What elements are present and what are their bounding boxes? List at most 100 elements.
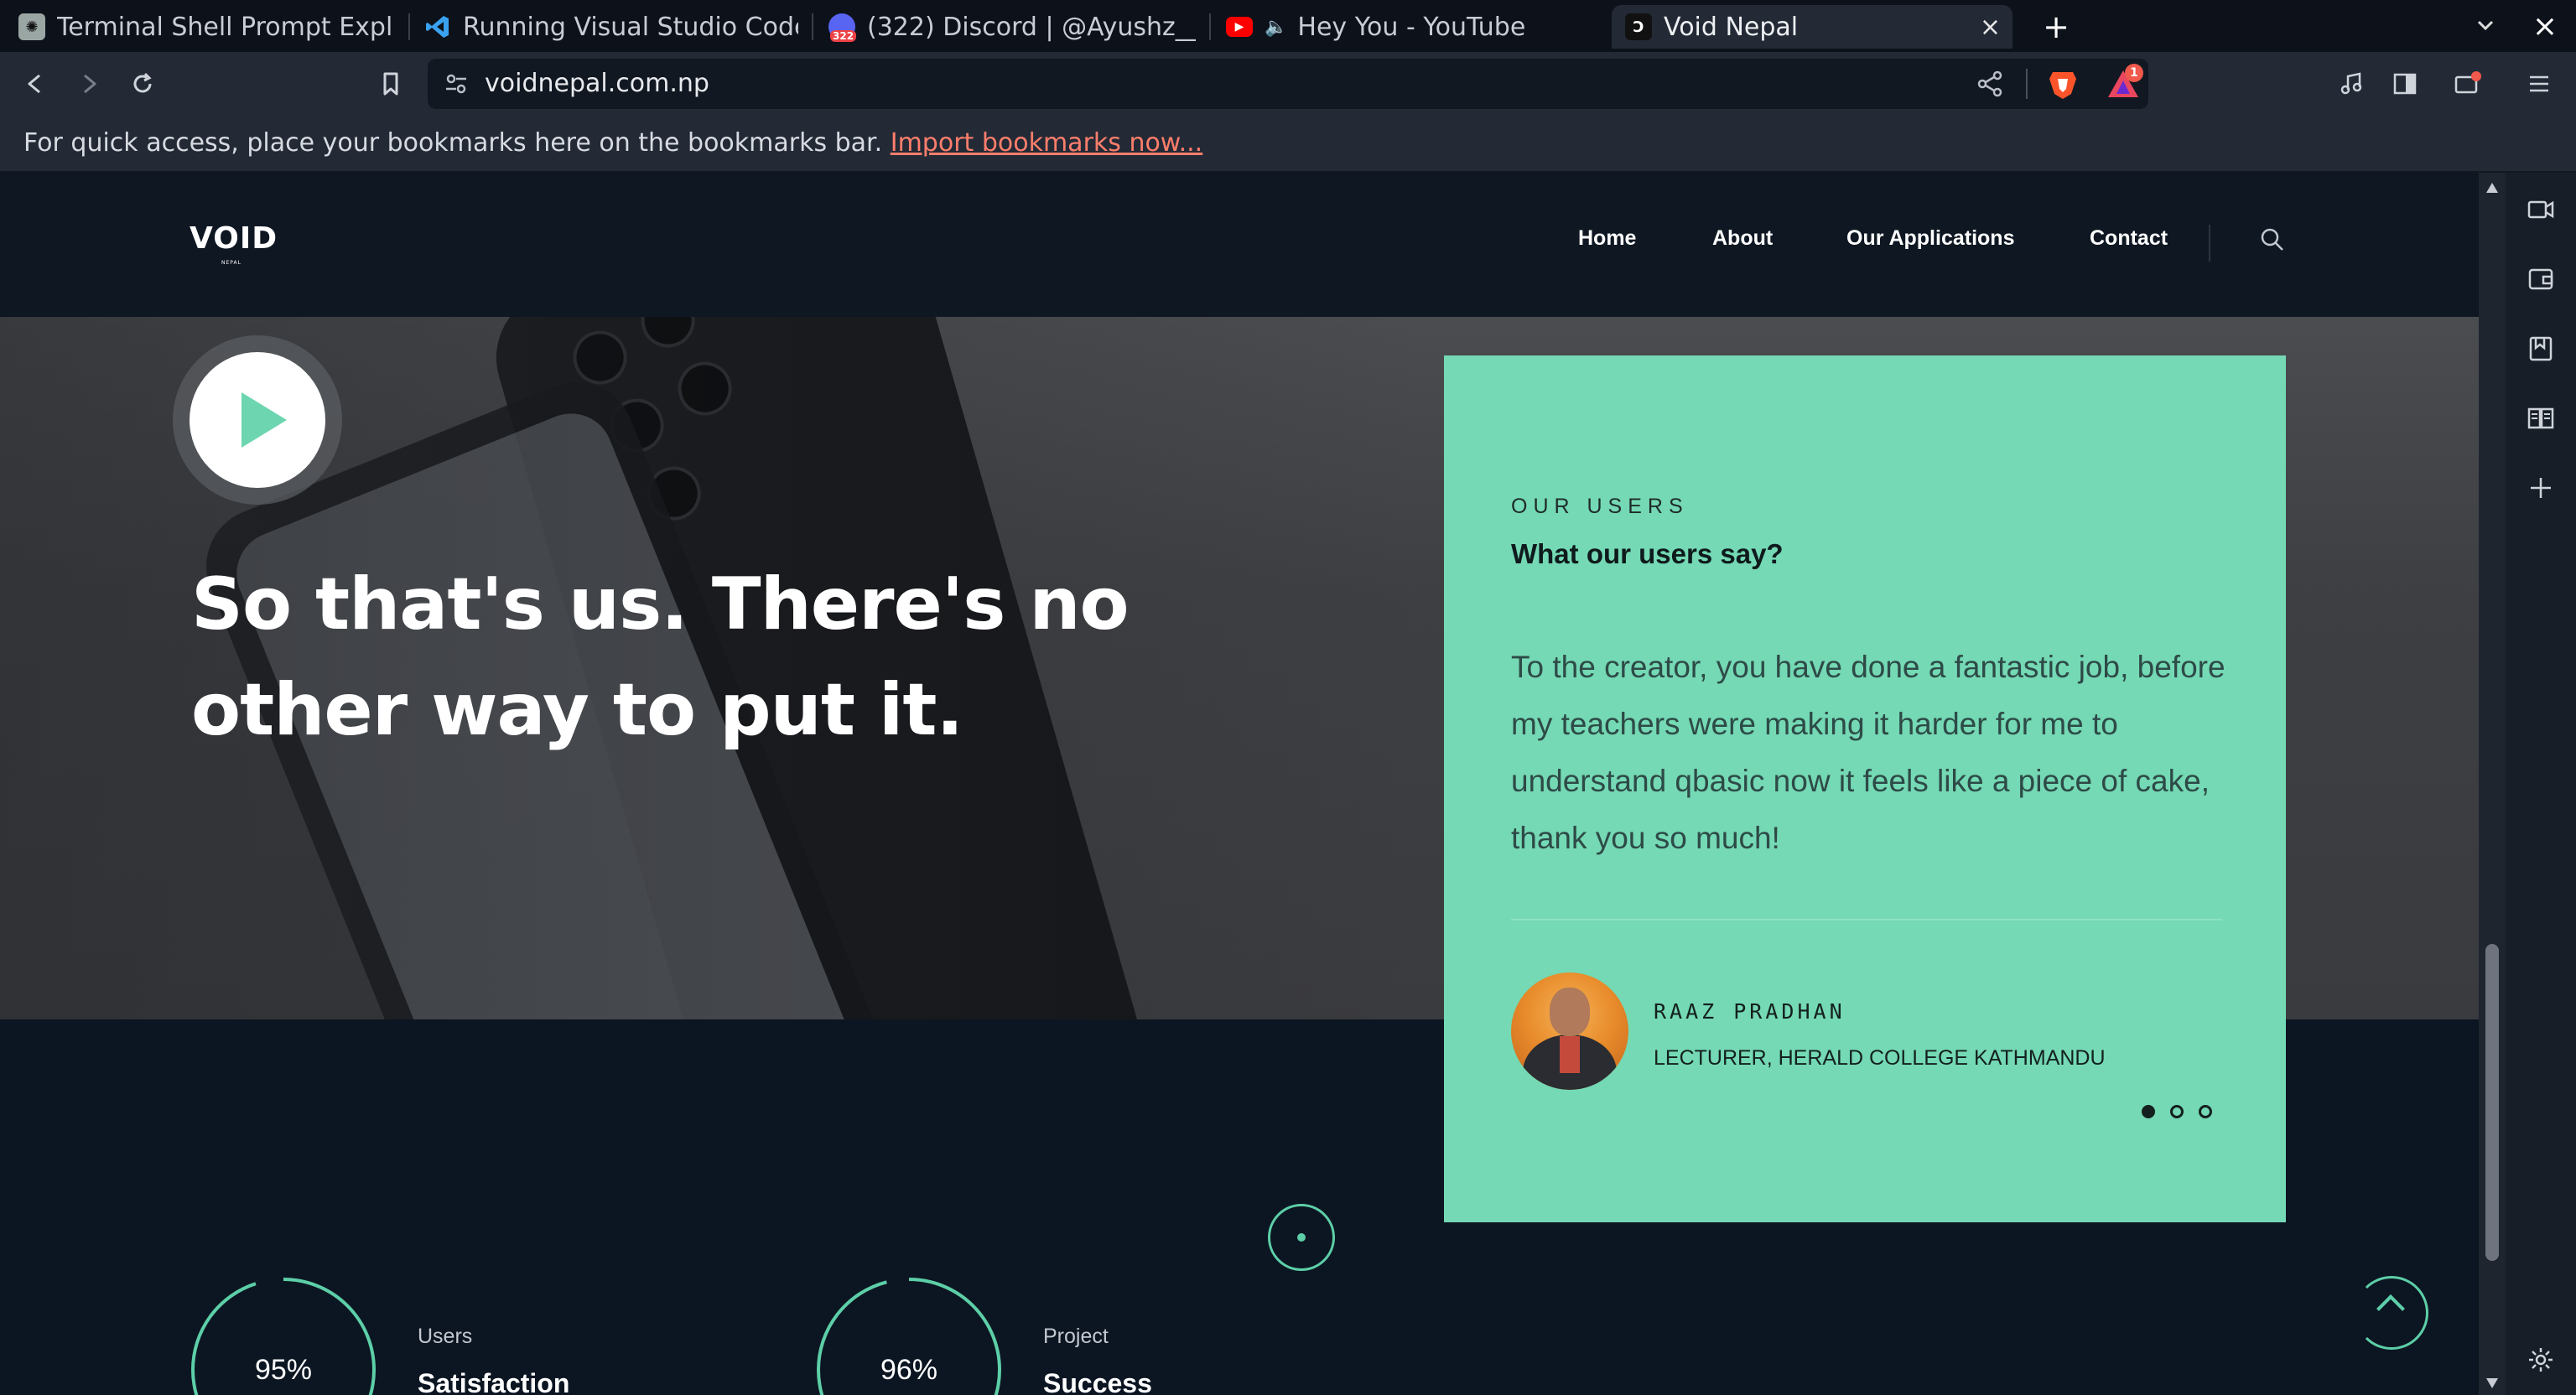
- stat-ring-success: 96%: [815, 1276, 1003, 1395]
- media-button[interactable]: [2331, 64, 2371, 104]
- testimonial-card: OUR USERS What our users say? To the cre…: [1444, 355, 2286, 1222]
- tab-title: (322) Discord | @Ayushz__: [867, 12, 1196, 42]
- carousel-dot-1[interactable]: [2142, 1105, 2155, 1118]
- nav-our-applications[interactable]: Our Applications: [1846, 226, 2014, 251]
- window-close-button[interactable]: ×: [2526, 7, 2564, 45]
- sidepanel-video-button[interactable]: [2522, 191, 2559, 228]
- site-header: VOID NEPAL Home About Our Applications C…: [0, 173, 2479, 317]
- menu-button[interactable]: [2519, 64, 2559, 104]
- bookmarks-message: For quick access, place your bookmarks h…: [23, 116, 1202, 171]
- void-logo[interactable]: VOID NEPAL: [190, 221, 277, 268]
- address-text: voidnepal.com.np: [485, 69, 709, 98]
- stat-percent: 95%: [254, 1353, 313, 1386]
- scroll-down-arrow-icon[interactable]: [2486, 1378, 2498, 1388]
- reload-button[interactable]: [122, 64, 163, 104]
- stat-label: Users: [418, 1325, 473, 1348]
- reload-icon: [133, 72, 152, 93]
- avatar: [1511, 972, 1628, 1090]
- tab-title: Running Visual Studio Code o: [463, 12, 798, 42]
- play-icon: [242, 392, 287, 448]
- music-note-icon: [2340, 72, 2362, 95]
- nav-divider: [2209, 225, 2210, 262]
- plus-icon: [2531, 478, 2551, 498]
- browser-window: ✺ Terminal Shell Prompt Explan Running V…: [0, 0, 2576, 1395]
- bookmarks-icon: [2529, 336, 2553, 361]
- back-button[interactable]: [15, 64, 55, 104]
- carousel-dot-3[interactable]: [2199, 1105, 2212, 1118]
- testimonial-heading: What our users say?: [1511, 538, 1784, 569]
- new-tab-button[interactable]: +: [2034, 5, 2078, 49]
- sidebar-icon: [2393, 73, 2417, 95]
- tab-title: Hey You - YouTube: [1297, 12, 1526, 42]
- testimonial-quote: To the creator, you have done a fantasti…: [1511, 650, 2225, 855]
- import-bookmarks-link[interactable]: Import bookmarks now...: [891, 128, 1202, 158]
- tab-youtube[interactable]: ▶ 🔈 Hey You - YouTube: [1213, 5, 1610, 49]
- wallet-icon: [2528, 268, 2553, 290]
- web-page: VOID NEPAL Home About Our Applications C…: [0, 173, 2479, 1395]
- sidepanel-settings-button[interactable]: [2522, 1341, 2559, 1378]
- scroll-to-top-button[interactable]: [2355, 1276, 2428, 1350]
- gear-icon: [2529, 1348, 2553, 1372]
- discord-badge: 322: [830, 30, 857, 42]
- sidepanel-reading-list-button[interactable]: [2522, 399, 2559, 436]
- sidepanel-bookmarks-button[interactable]: [2522, 330, 2559, 367]
- tab-void-nepal[interactable]: Ↄ Void Nepal ×: [1612, 5, 2012, 49]
- reading-list-icon: [2527, 407, 2554, 429]
- sidepanel-wallet-button[interactable]: [2522, 260, 2559, 297]
- hero-title: So that's us. There's no other way to pu…: [191, 563, 1130, 752]
- nav-about[interactable]: About: [1712, 226, 1773, 251]
- logo-word: VOID: [190, 221, 278, 256]
- stat-ring-satisfaction: 95%: [190, 1276, 377, 1395]
- audio-playing-icon[interactable]: 🔈: [1265, 17, 1287, 38]
- tab-search-chevron-icon[interactable]: [2469, 8, 2502, 42]
- wallet-icon: [2454, 71, 2481, 94]
- nav-home[interactable]: Home: [1578, 226, 1636, 251]
- site-settings-icon[interactable]: [443, 70, 470, 97]
- sidepanel-add-button[interactable]: [2522, 469, 2559, 506]
- testimonial-divider: [1511, 919, 2222, 920]
- bookmarks-bar: For quick access, place your bookmarks h…: [0, 116, 2576, 173]
- tab-separator: [812, 13, 813, 40]
- tab-vscode[interactable]: Running Visual Studio Code o: [411, 5, 812, 49]
- loader-dot: [1268, 1204, 1335, 1271]
- brave-shields-icon[interactable]: [2046, 67, 2080, 101]
- hamburger-menu-icon: [2530, 75, 2548, 92]
- tab-close-icon[interactable]: ×: [1980, 13, 2001, 42]
- stat-label: Project: [1043, 1325, 1109, 1348]
- browser-toolbar: voidnepal.com.np 1: [0, 52, 2576, 116]
- stat-percent: 96%: [880, 1353, 938, 1386]
- tab-discord[interactable]: 322 (322) Discord | @Ayushz__: [815, 5, 1209, 49]
- forward-button[interactable]: [69, 64, 109, 104]
- brave-rewards-button[interactable]: 1: [2105, 64, 2143, 102]
- rewards-badge: 1: [2125, 64, 2143, 82]
- share-icon[interactable]: [1976, 69, 2006, 99]
- address-bar[interactable]: voidnepal.com.np 1: [428, 59, 2148, 109]
- back-arrow-icon: [28, 74, 40, 94]
- play-video-button[interactable]: [173, 335, 342, 505]
- logo-subtext: NEPAL: [221, 260, 242, 266]
- youtube-icon: ▶: [1226, 17, 1253, 37]
- scroll-thumb[interactable]: [2485, 944, 2499, 1261]
- search-icon[interactable]: [2257, 225, 2288, 255]
- tab-title: Void Nepal: [1664, 12, 1799, 42]
- chatgpt-icon: ✺: [18, 13, 45, 40]
- void-icon: Ↄ: [1625, 13, 1652, 40]
- page-scrollbar[interactable]: [2479, 173, 2506, 1395]
- testimonial-author: RAAZ PRADHAN: [1654, 999, 1846, 1024]
- stat-title: Success: [1043, 1368, 1152, 1395]
- testimonial-role: LECTURER, HERALD COLLEGE KATHMANDU: [1654, 1046, 2106, 1070]
- browser-side-panel: [2506, 173, 2576, 1395]
- nav-contact[interactable]: Contact: [2090, 226, 2168, 251]
- sidebar-toggle-button[interactable]: [2385, 64, 2425, 104]
- scroll-up-arrow-icon[interactable]: [2486, 183, 2498, 193]
- carousel-dot-2[interactable]: [2170, 1105, 2184, 1118]
- wallet-button[interactable]: [2447, 64, 2487, 104]
- tab-separator: [408, 13, 410, 40]
- discord-icon: 322: [828, 13, 857, 42]
- video-icon: [2527, 200, 2554, 219]
- stat-title: Satisfaction: [418, 1368, 570, 1395]
- tab-title: Terminal Shell Prompt Explan: [57, 12, 394, 42]
- bookmark-button[interactable]: [371, 64, 411, 104]
- tab-terminal-shell[interactable]: ✺ Terminal Shell Prompt Explan: [5, 5, 408, 49]
- testimonial-eyebrow: OUR USERS: [1511, 495, 1689, 518]
